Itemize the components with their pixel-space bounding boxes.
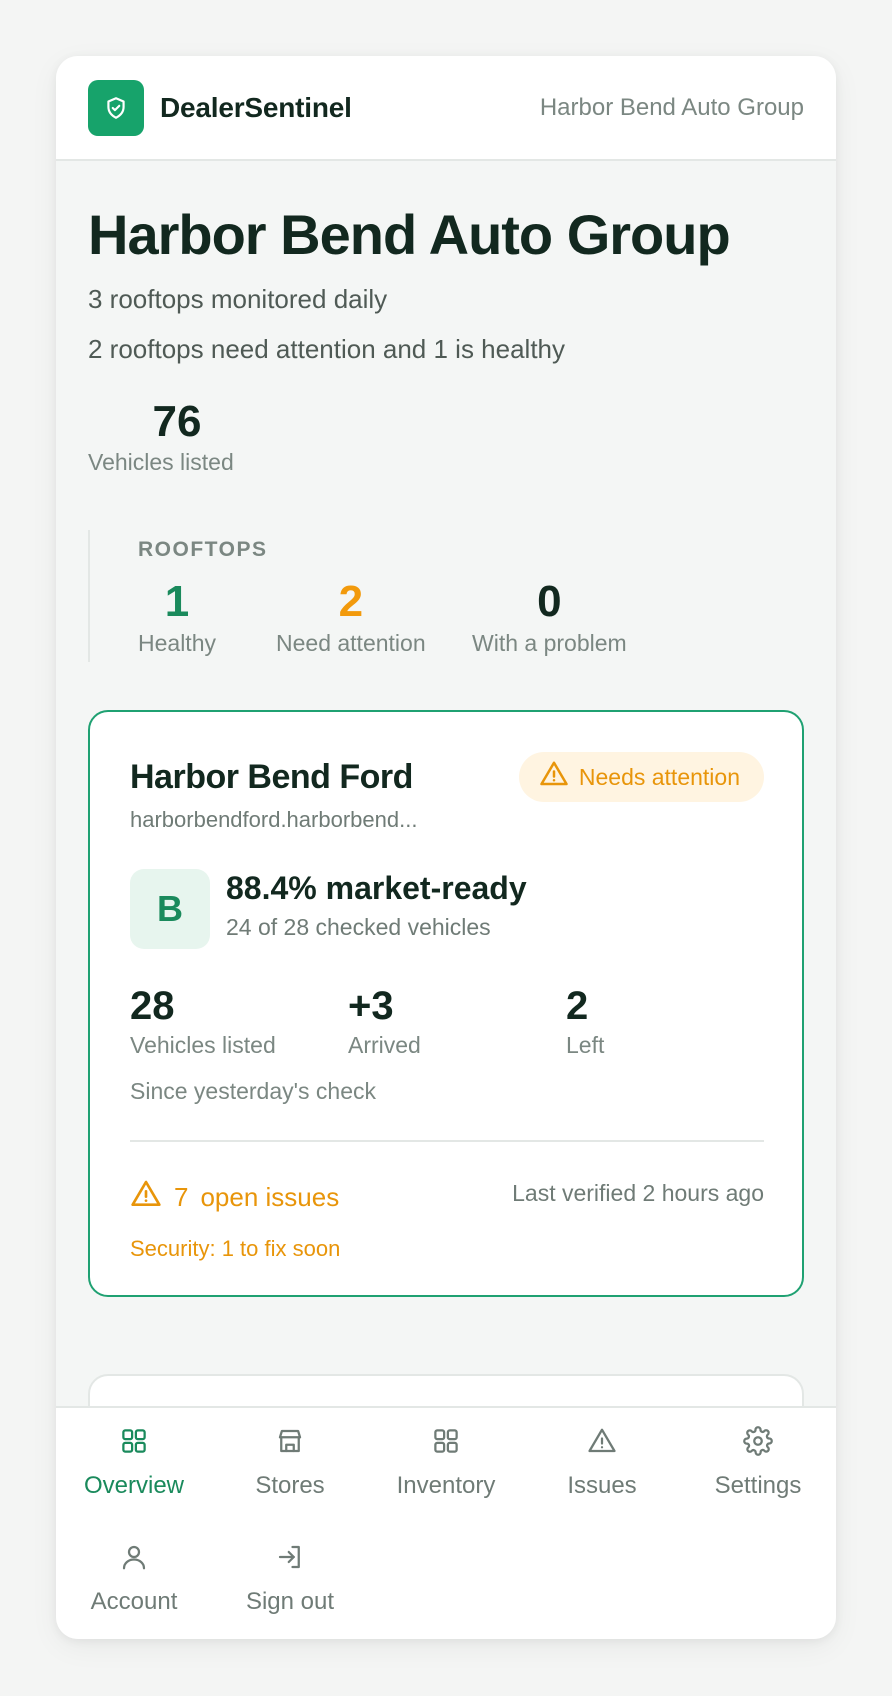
card-divider xyxy=(130,1140,764,1142)
nav-label: Issues xyxy=(567,1472,637,1499)
checked-vehicles: 24 of 28 checked vehicles xyxy=(226,914,491,940)
rooftops-problem-value: 0 xyxy=(537,577,562,626)
rooftops-problem-label: With a problem xyxy=(472,630,627,657)
top-header: DealerSentinel Harbor Bend Auto Group xyxy=(56,56,836,161)
gear-icon xyxy=(680,1424,836,1458)
open-issues-count: 7 xyxy=(174,1182,189,1212)
metric-label: Left xyxy=(566,1032,605,1058)
store-icon xyxy=(212,1424,368,1458)
grid-icon xyxy=(368,1424,524,1458)
nav-sign-out[interactable]: Sign out xyxy=(212,1540,368,1616)
since-note: Since yesterday's check xyxy=(130,1078,377,1104)
last-verified: Last verified 2 hours ago xyxy=(512,1180,764,1206)
metric-value: +3 xyxy=(348,984,394,1028)
grade-badge: B xyxy=(130,869,210,949)
vehicles-listed-stat: 76 Vehicles listed xyxy=(88,396,258,476)
metric-label: Arrived xyxy=(348,1032,421,1058)
rooftops-healthy-value: 1 xyxy=(164,577,190,626)
shield-check-icon[interactable] xyxy=(88,80,144,136)
market-ready-percent: 88.4% market-ready xyxy=(226,870,527,906)
metric-arrived: +3 Arrived xyxy=(348,982,421,1059)
metric-value: 28 xyxy=(130,984,175,1028)
status-summary: 2 rooftops need attention and 1 is healt… xyxy=(88,334,566,364)
metric-value: 2 xyxy=(566,984,589,1028)
rooftops-summary: ROOFTOPS 1 Healthy 2 Need attention 0 Wi… xyxy=(88,530,688,662)
rooftops-problem: 0 With a problem xyxy=(472,577,627,657)
bottom-navigation: Overview Stores Inventory Issues Setting… xyxy=(56,1406,836,1639)
store-card-harbor-bend-ford[interactable]: Harbor Bend Ford harborbendford.harborbe… xyxy=(88,710,804,1297)
brand-name[interactable]: DealerSentinel xyxy=(160,92,352,124)
nav-label: Stores xyxy=(255,1472,325,1499)
metric-label: Vehicles listed xyxy=(130,1032,276,1058)
nav-inventory[interactable]: Inventory xyxy=(368,1424,524,1500)
nav-overview[interactable]: Overview xyxy=(56,1424,212,1500)
open-issues-link[interactable]: 7 open issues xyxy=(130,1178,339,1217)
rooftops-attention-label: Need attention xyxy=(276,630,426,657)
nav-settings[interactable]: Settings xyxy=(680,1424,836,1500)
vehicles-listed-label: Vehicles listed xyxy=(88,448,234,475)
nav-label: Settings xyxy=(714,1472,802,1499)
organization-link[interactable]: Harbor Bend Auto Group xyxy=(540,94,804,122)
rooftops-healthy: 1 Healthy xyxy=(138,577,216,657)
nav-stores[interactable]: Stores xyxy=(212,1424,368,1500)
metric-left: 2 Left xyxy=(566,982,604,1059)
nav-label: Sign out xyxy=(245,1588,335,1615)
open-issues-label: open issues xyxy=(200,1182,340,1212)
rooftops-attention-value: 2 xyxy=(338,577,364,626)
nav-issues[interactable]: Issues xyxy=(524,1424,680,1500)
page-title: Harbor Bend Auto Group xyxy=(88,203,731,266)
warning-icon xyxy=(524,1424,680,1458)
status-badge-label: Needs attention xyxy=(578,763,740,790)
warning-icon xyxy=(539,759,569,795)
rooftops-heading: ROOFTOPS xyxy=(138,538,268,561)
rooftops-attention: 2 Need attention xyxy=(276,577,426,657)
security-note: Security: 1 to fix soon xyxy=(130,1236,341,1261)
nav-label: Overview xyxy=(83,1472,185,1499)
warning-icon xyxy=(130,1178,162,1217)
monitoring-subtitle: 3 rooftops monitored daily xyxy=(88,284,388,314)
nav-label: Inventory xyxy=(396,1472,496,1499)
store-url: harborbendford.harborbend... xyxy=(130,807,418,832)
nav-label: Account xyxy=(90,1588,178,1615)
user-icon xyxy=(56,1540,212,1574)
store-name[interactable]: Harbor Bend Ford xyxy=(130,758,413,797)
status-badge: Needs attention xyxy=(518,752,764,802)
nav-account[interactable]: Account xyxy=(56,1540,212,1616)
metric-vehicles-listed: 28 Vehicles listed xyxy=(130,982,276,1059)
rooftops-healthy-label: Healthy xyxy=(138,630,216,657)
vehicles-listed-value: 76 xyxy=(152,397,202,446)
app-window: DealerSentinel Harbor Bend Auto Group Ha… xyxy=(56,56,836,1639)
sign-out-icon xyxy=(212,1540,368,1574)
grid-icon xyxy=(56,1424,212,1458)
